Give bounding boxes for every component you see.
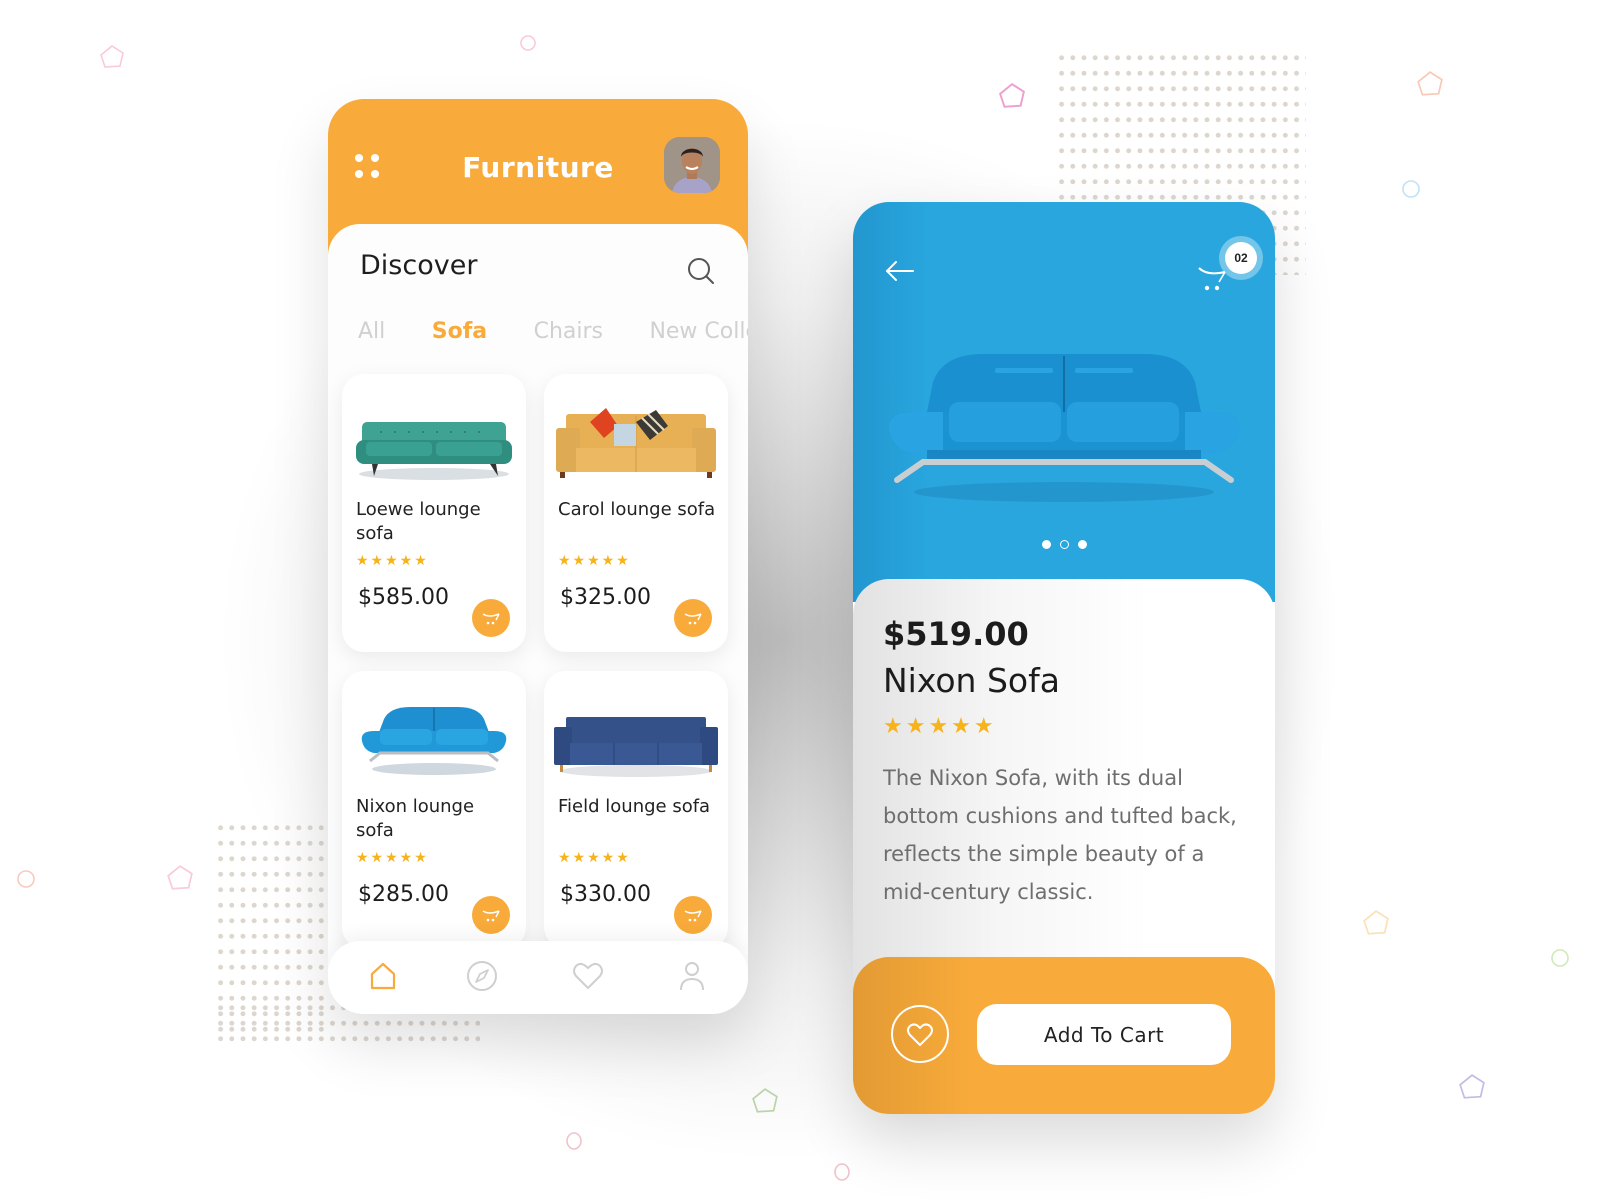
heart-icon: [907, 1023, 933, 1046]
product-detail-screen: 02 $519.00 Nixon Sofa ★★★★★ The Nixon So…: [853, 202, 1275, 1114]
add-to-cart-button[interactable]: [674, 599, 712, 637]
tan-sofa-image: [556, 408, 716, 478]
section-title: Discover: [360, 250, 478, 281]
cart-icon: [684, 613, 702, 625]
product-card[interactable]: Field lounge sofa ★★★★★ $330.00: [544, 671, 728, 949]
decorative-pentagon-icon: [100, 45, 124, 68]
teal-sofa-image: [356, 422, 512, 480]
product-price: $325.00: [560, 585, 651, 610]
carousel-dot-active[interactable]: [1060, 540, 1069, 549]
decorative-pentagon-icon: [999, 82, 1025, 108]
cart-icon: [684, 910, 702, 922]
decorative-circle-icon: [17, 870, 35, 888]
product-price: $519.00: [883, 615, 1029, 653]
category-tabs: All Sofa Chairs New Collection: [358, 319, 748, 353]
add-to-cart-button[interactable]: [472, 599, 510, 637]
product-hero: 02: [853, 202, 1275, 602]
product-card[interactable]: Loewe lounge sofa ★★★★★ $585.00: [342, 374, 526, 652]
carousel-indicator: [1042, 540, 1092, 552]
decorative-circle-icon: [520, 35, 536, 51]
star-rating: ★★★★★: [356, 552, 429, 568]
add-to-cart-button[interactable]: [674, 896, 712, 934]
heart-icon[interactable]: [571, 959, 605, 993]
carousel-dot[interactable]: [1042, 540, 1051, 549]
decorative-pentagon-icon: [1363, 910, 1389, 935]
cart-count-badge: 02: [1225, 242, 1257, 274]
blue-modern-sofa-image: [361, 707, 507, 775]
decorative-circle-icon: [1551, 949, 1569, 967]
arrow-left-icon[interactable]: [883, 258, 917, 284]
product-list-screen: Furniture Discover All Sofa Chairs New C…: [328, 99, 748, 1014]
star-rating: ★★★★★: [883, 713, 997, 738]
product-name: Nixon Sofa: [883, 661, 1060, 700]
user-icon[interactable]: [675, 959, 709, 993]
discover-panel: Discover All Sofa Chairs New Collection: [328, 224, 748, 1014]
action-bar: Add To Cart: [853, 957, 1275, 1114]
decorative-pentagon-icon: [752, 1088, 778, 1113]
user-avatar[interactable]: [664, 137, 720, 193]
bottom-navigation: [328, 941, 748, 1014]
decorative-pentagon-icon: [167, 865, 193, 890]
tab-all[interactable]: All: [358, 319, 385, 344]
decorative-circle-icon: [1402, 180, 1420, 198]
tab-chairs[interactable]: Chairs: [534, 319, 603, 344]
star-rating: ★★★★★: [558, 849, 631, 865]
decorative-circle-icon: [566, 1132, 582, 1150]
navy-sofa-image: [554, 717, 718, 777]
favorite-button[interactable]: [891, 1005, 949, 1063]
product-price: $285.00: [358, 882, 449, 907]
tab-new-collection[interactable]: New Collection: [649, 319, 748, 344]
search-icon[interactable]: [686, 256, 716, 286]
decorative-pentagon-icon: [1417, 71, 1443, 96]
carousel-dot[interactable]: [1078, 540, 1087, 549]
product-name: Carol lounge sofa: [558, 499, 716, 520]
product-card[interactable]: Nixon lounge sofa ★★★★★ $285.00: [342, 671, 526, 949]
tab-sofa[interactable]: Sofa: [432, 319, 487, 344]
product-price: $585.00: [358, 585, 449, 610]
add-to-cart-button[interactable]: Add To Cart: [977, 1004, 1231, 1065]
product-card[interactable]: Carol lounge sofa ★★★★★ $325.00: [544, 374, 728, 652]
star-rating: ★★★★★: [356, 849, 429, 865]
compass-icon[interactable]: [465, 959, 499, 993]
product-name: Field lounge sofa: [558, 796, 711, 817]
product-description: The Nixon Sofa, with its dual bottom cus…: [883, 766, 1237, 904]
product-name: Loewe lounge sofa: [356, 499, 481, 544]
decorative-circle-icon: [834, 1163, 850, 1181]
cart-icon: [482, 910, 500, 922]
add-to-cart-button[interactable]: [472, 896, 510, 934]
product-price: $330.00: [560, 882, 651, 907]
product-name: Nixon lounge sofa: [356, 796, 475, 841]
decorative-pentagon-icon: [1459, 1074, 1485, 1099]
cart-icon: [482, 613, 500, 625]
cart-button[interactable]: 02: [1198, 242, 1265, 294]
blue-sofa-image: [888, 354, 1240, 502]
home-icon[interactable]: [366, 959, 400, 993]
star-rating: ★★★★★: [558, 552, 631, 568]
